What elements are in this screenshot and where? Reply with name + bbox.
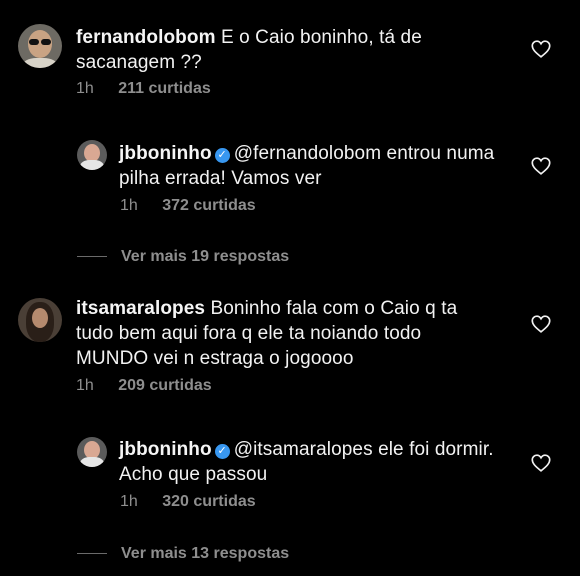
comment-username[interactable]: jbboninho <box>119 439 212 460</box>
heart-icon[interactable] <box>530 155 552 177</box>
mention-link[interactable]: @itsamaralopes <box>234 439 373 460</box>
avatar[interactable] <box>77 140 107 170</box>
heart-icon[interactable] <box>530 452 552 474</box>
view-more-replies-button[interactable]: Ver mais 19 respostas <box>77 248 289 266</box>
comment-time: 1h <box>76 80 94 97</box>
divider-line <box>77 553 107 555</box>
verified-badge-icon: ✓ <box>214 148 230 163</box>
divider-line <box>77 256 107 258</box>
comment-username[interactable]: itsamaralopes <box>76 298 205 319</box>
comment-time: 1h <box>120 197 138 214</box>
comment-likes[interactable]: 209 curtidas <box>118 377 211 394</box>
comment-likes[interactable]: 211 curtidas <box>118 80 211 97</box>
verified-badge-icon: ✓ <box>214 444 230 459</box>
comment-likes[interactable]: 372 curtidas <box>162 197 255 214</box>
mention-link[interactable]: @fernandolobom <box>234 143 381 164</box>
avatar[interactable] <box>18 298 62 342</box>
avatar[interactable] <box>18 24 62 68</box>
heart-icon[interactable] <box>530 313 552 335</box>
comment-username[interactable]: jbboninho <box>119 143 212 164</box>
comment-time: 1h <box>76 377 94 394</box>
comment-time: 1h <box>120 493 138 510</box>
comment-username[interactable]: fernandolobom <box>76 27 216 48</box>
view-more-replies-button[interactable]: Ver mais 13 respostas <box>77 545 289 563</box>
heart-icon[interactable] <box>530 38 552 60</box>
comment-likes[interactable]: 320 curtidas <box>162 493 255 510</box>
avatar[interactable] <box>77 437 107 467</box>
